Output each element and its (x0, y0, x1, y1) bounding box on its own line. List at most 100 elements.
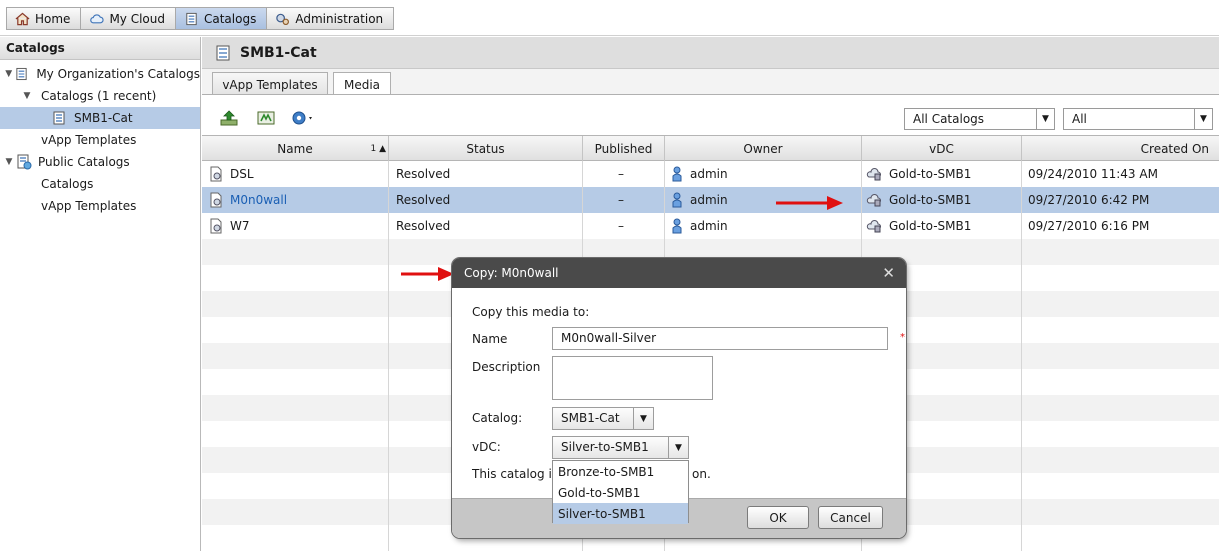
table-header: Name 1 ▲ Status Published Owner vDC Crea… (202, 135, 1219, 162)
page-title: SMB1-Cat (240, 44, 317, 61)
media-toolbar: All Catalogs ▼ All ▼ (202, 95, 1219, 135)
column-header-published[interactable]: Published (583, 136, 665, 162)
sidebar-item-label: Catalogs (1 recent) (41, 89, 157, 103)
dropdown-arrow-icon: ▼ (668, 437, 688, 458)
media-file-icon (210, 218, 222, 234)
home-icon (15, 12, 30, 25)
dialog-title-bar: Copy: M0n0wall ✕ (452, 258, 906, 288)
actions-gear-icon[interactable] (290, 109, 316, 127)
top-navigation-bar: Home My Cloud Catalogs Administration (0, 0, 1219, 36)
nav-tab-label: My Cloud (109, 11, 165, 26)
tab-vapp-templates[interactable]: vApp Templates (212, 72, 328, 96)
catalog-note-end: on. (692, 467, 711, 481)
media-name[interactable]: DSL (230, 161, 254, 187)
content-tabs: vApp Templates Media (202, 69, 1219, 97)
description-textarea[interactable] (552, 356, 713, 400)
upload-media-icon[interactable] (219, 109, 239, 127)
media-owner: admin (690, 219, 728, 233)
ok-button[interactable]: OK (747, 506, 809, 529)
media-published: – (618, 193, 624, 207)
sync-media-icon[interactable] (256, 109, 276, 127)
media-created-on: 09/27/2010 6:42 PM (1028, 193, 1150, 207)
sidebar-item-public-vapp-templates[interactable]: vApp Templates (0, 195, 200, 217)
column-header-created-on[interactable]: Created On (1022, 136, 1219, 162)
table-row-selected[interactable]: M0n0wall Resolved – admin Gold-to-SMB1 0… (202, 187, 1219, 213)
sidebar-item-smb1-cat[interactable]: SMB1-Cat (0, 107, 200, 129)
vdc-option-bronze[interactable]: Bronze-to-SMB1 (553, 461, 688, 482)
dropdown-arrow-icon: ▼ (633, 408, 653, 429)
media-status: Resolved (396, 167, 451, 181)
collapse-triangle-icon[interactable]: ▼ (4, 157, 14, 167)
name-input[interactable]: M0n0wall-Silver (552, 327, 888, 350)
catalog-icon (53, 111, 65, 125)
column-header-owner[interactable]: Owner (665, 136, 862, 162)
nav-tab-administration[interactable]: Administration (266, 7, 395, 30)
required-marker-icon: * (900, 332, 905, 343)
dialog-title: Copy: M0n0wall (464, 266, 559, 280)
sort-indicator: 1 ▲ (370, 144, 386, 154)
annotation-arrow-icon (776, 196, 843, 210)
sidebar-item-vapp-templates[interactable]: vApp Templates (0, 129, 200, 151)
main-nav-tabs: Home My Cloud Catalogs Administration (6, 7, 395, 30)
catalog-select-value: SMB1-Cat (561, 411, 620, 425)
column-header-name[interactable]: Name 1 ▲ (202, 136, 389, 162)
media-name-link[interactable]: M0n0wall (230, 187, 287, 213)
name-label: Name (472, 332, 508, 346)
collapse-triangle-icon[interactable]: ▼ (4, 69, 13, 79)
catalog-filter-select[interactable]: All Catalogs ▼ (904, 108, 1055, 130)
vdc-icon (866, 220, 881, 233)
vdc-label: vDC: (472, 440, 501, 454)
table-row[interactable]: DSL Resolved – admin Gold-to-SMB1 09/24/… (202, 161, 1219, 187)
catalog-label: Catalog: (472, 411, 523, 425)
media-published: – (618, 219, 624, 233)
catalogs-sidebar: Catalogs ▼ My Organization's Catalogs ▼ … (0, 37, 201, 551)
column-header-vdc[interactable]: vDC (862, 136, 1022, 162)
cloud-icon (90, 13, 104, 23)
media-owner: admin (690, 167, 728, 181)
media-name[interactable]: W7 (230, 213, 250, 239)
collapse-triangle-icon[interactable]: ▼ (22, 91, 32, 101)
nav-tab-label: Catalogs (203, 11, 257, 26)
sidebar-item-catalogs-recent[interactable]: ▼ Catalogs (1 recent) (0, 85, 200, 107)
nav-tab-my-cloud[interactable]: My Cloud (80, 7, 175, 30)
column-header-status[interactable]: Status (389, 136, 583, 162)
media-vdc: Gold-to-SMB1 (889, 219, 972, 233)
media-file-icon (210, 166, 222, 182)
nav-tab-home[interactable]: Home (6, 7, 81, 30)
sidebar-item-label: Public Catalogs (38, 155, 130, 169)
vdc-option-gold[interactable]: Gold-to-SMB1 (553, 482, 688, 503)
catalog-filter-value: All Catalogs (913, 112, 985, 126)
dialog-intro-text: Copy this media to: (472, 305, 590, 319)
media-status: Resolved (396, 219, 451, 233)
nav-tab-label: Administration (295, 11, 384, 26)
nav-tab-catalogs[interactable]: Catalogs (174, 7, 267, 30)
vdc-option-silver[interactable]: Silver-to-SMB1 (553, 503, 688, 524)
column-divider (1021, 161, 1022, 551)
media-published: – (618, 167, 624, 181)
dropdown-arrow-icon: ▼ (1194, 109, 1212, 129)
public-catalog-icon (17, 154, 32, 170)
sidebar-item-label: SMB1-Cat (74, 111, 133, 125)
annotation-arrow-icon (401, 267, 454, 281)
cancel-button[interactable]: Cancel (818, 506, 883, 529)
sidebar-title: Catalogs (0, 37, 200, 60)
close-icon[interactable]: ✕ (882, 264, 895, 282)
scope-filter-select[interactable]: All ▼ (1063, 108, 1213, 130)
media-owner: admin (690, 193, 728, 207)
sidebar-item-label: My Organization's Catalogs (36, 67, 200, 81)
table-row[interactable]: W7 Resolved – admin Gold-to-SMB1 09/27/2… (202, 213, 1219, 239)
sidebar-item-my-org-catalogs[interactable]: ▼ My Organization's Catalogs (0, 63, 200, 85)
sidebar-item-public-catalogs[interactable]: ▼ Public Catalogs (0, 151, 200, 173)
sidebar-item-label: vApp Templates (41, 133, 137, 147)
media-created-on: 09/27/2010 6:16 PM (1028, 219, 1150, 233)
catalog-header: SMB1-Cat (202, 37, 1219, 69)
media-vdc: Gold-to-SMB1 (889, 193, 972, 207)
organization-catalog-icon (16, 67, 27, 81)
catalog-icon (216, 45, 230, 60)
vdc-dropdown-list: Bronze-to-SMB1 Gold-to-SMB1 Silver-to-SM… (552, 460, 689, 524)
media-status: Resolved (396, 193, 451, 207)
vdc-select[interactable]: Silver-to-SMB1 ▼ (552, 436, 689, 459)
catalog-select[interactable]: SMB1-Cat ▼ (552, 407, 654, 430)
sidebar-item-public-catalogs-catalogs[interactable]: Catalogs (0, 173, 200, 195)
scope-filter-value: All (1072, 112, 1087, 126)
